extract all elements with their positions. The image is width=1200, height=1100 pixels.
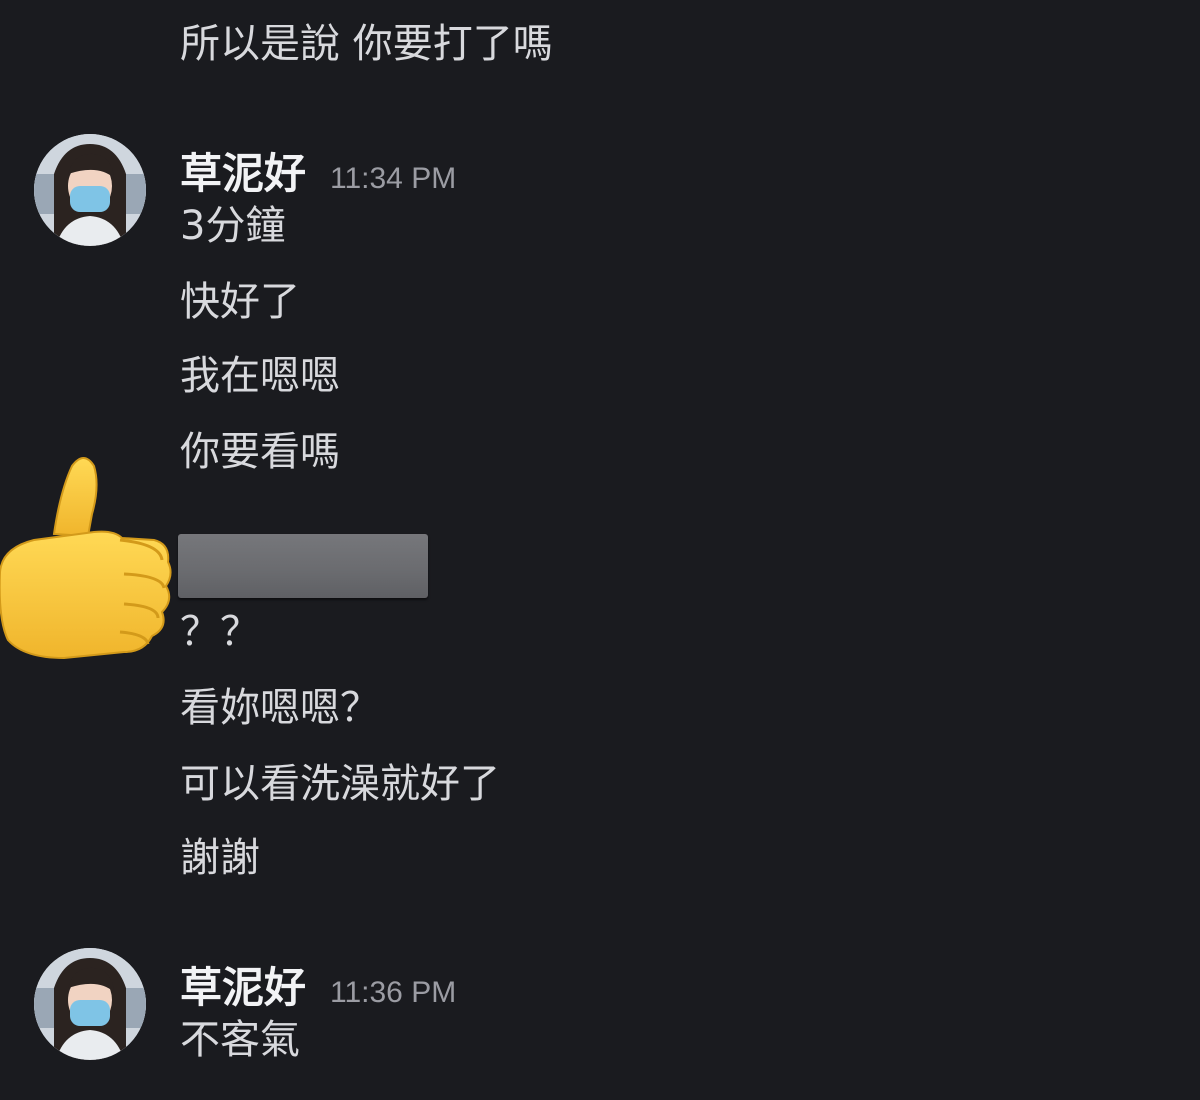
- message-text: 謝謝: [180, 835, 260, 881]
- message-text: 快好了: [180, 279, 300, 325]
- message-text: 你要看嗎: [180, 429, 340, 475]
- message-timestamp: 11:34 PM: [330, 162, 457, 195]
- message-text: 不客氣: [180, 1017, 300, 1063]
- author-name[interactable]: 草泥好: [180, 954, 306, 1015]
- message-text: 3分鐘: [180, 203, 286, 249]
- thumbs-up-icon: [0, 452, 184, 672]
- message-text: 所以是說 你要打了嗎: [180, 21, 553, 67]
- message-header: 草泥好 11:34 PM: [180, 140, 456, 201]
- message-text: 可以看洗澡就好了: [180, 761, 500, 807]
- message-timestamp: 11:36 PM: [330, 976, 457, 1009]
- user-avatar[interactable]: [34, 948, 146, 1060]
- message-header: 草泥好 11:36 PM: [180, 954, 456, 1015]
- user-avatar[interactable]: [34, 134, 146, 246]
- message-text: 看妳嗯嗯？: [180, 685, 380, 731]
- message-text: ？？: [180, 609, 260, 655]
- message-text: 我在嗯嗯: [180, 353, 340, 399]
- author-name[interactable]: 草泥好: [180, 140, 306, 201]
- redacted-author-name: [178, 534, 428, 598]
